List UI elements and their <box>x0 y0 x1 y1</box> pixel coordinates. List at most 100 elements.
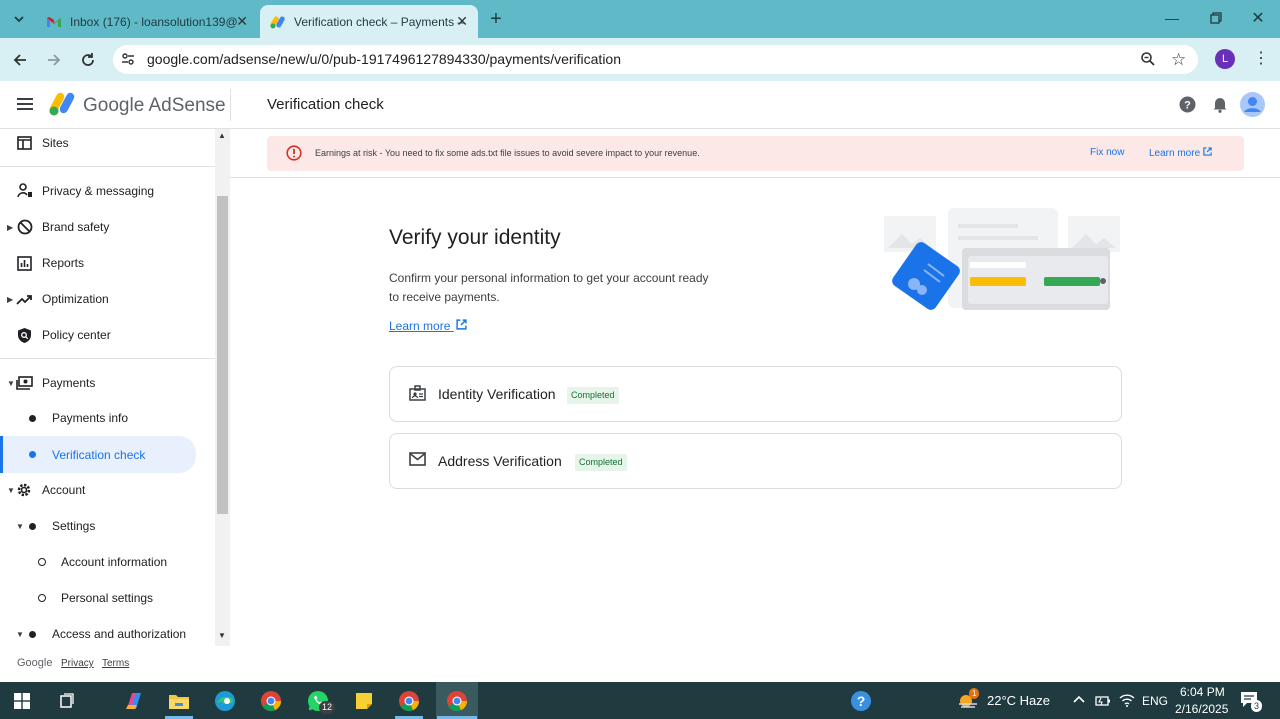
tab-search-button[interactable] <box>6 6 32 32</box>
sidebar-item-label: Verification check <box>52 447 146 462</box>
sidebar-item-payments[interactable]: ▼ Payments <box>0 366 215 400</box>
task-view-button[interactable] <box>55 682 79 719</box>
sidebar-item-brand-safety[interactable]: ▶ Brand safety <box>0 210 215 244</box>
tab-title: Inbox (176) - loansolution139@ <box>70 14 238 29</box>
svg-text:?: ? <box>857 693 866 709</box>
card-title: Identity Verification <box>438 386 556 402</box>
zoom-icon[interactable] <box>1140 51 1156 72</box>
sidebar-item-account-information[interactable]: Account information <box>0 545 215 579</box>
chrome-icon <box>261 690 282 711</box>
notifications-bell-icon[interactable] <box>1212 96 1228 118</box>
external-link-icon <box>456 319 467 330</box>
sidebar-item-label: Payments <box>42 376 96 390</box>
sidebar-item-personal-settings[interactable]: Personal settings <box>0 581 215 615</box>
sidebar-item-privacy-messaging[interactable]: Privacy & messaging <box>0 174 215 208</box>
close-icon[interactable]: ✕ <box>236 13 248 30</box>
terms-link[interactable]: Terms <box>102 658 129 669</box>
sidebar-item-payments-info[interactable]: Payments info <box>0 401 215 435</box>
windows-start-button[interactable] <box>10 682 34 719</box>
payments-icon <box>16 376 33 390</box>
identity-verification-card[interactable]: Identity Verification Completed <box>389 366 1122 422</box>
profile-avatar[interactable]: L <box>1215 49 1235 69</box>
menu-kebab-icon[interactable]: ⋮ <box>1253 48 1269 68</box>
sidebar-item-label: Optimization <box>42 292 109 306</box>
sidebar-item-policy-center[interactable]: Policy center <box>0 318 215 352</box>
back-button[interactable] <box>7 47 33 73</box>
taskbar-chrome-1[interactable] <box>256 682 286 719</box>
notification-count-badge: 12 <box>319 701 336 714</box>
taskbar-file-explorer[interactable] <box>164 682 194 719</box>
url-text[interactable]: google.com/adsense/new/u/0/pub-191749612… <box>147 51 621 67</box>
clock-time[interactable]: 6:04 PM <box>1180 685 1225 699</box>
taskbar-chrome-2[interactable] <box>394 682 424 719</box>
new-tab-button[interactable]: + <box>483 6 509 32</box>
sidebar-item-sites[interactable]: Sites <box>0 129 215 160</box>
minimize-button[interactable]: — <box>1150 0 1194 36</box>
taskbar-copilot[interactable] <box>120 682 148 719</box>
caret-down-icon: ▼ <box>7 378 15 388</box>
privacy-link[interactable]: Privacy <box>61 658 94 669</box>
taskbar-help[interactable]: ? <box>848 682 874 719</box>
scroll-down-arrow-icon[interactable]: ▼ <box>218 631 226 640</box>
link-label: Learn more <box>1149 148 1201 159</box>
privacy-icon <box>17 183 32 198</box>
sidebar-divider <box>0 166 215 167</box>
tab-title: Verification check – Payments – <box>294 14 465 29</box>
weather-widget-icon[interactable]: 1 <box>955 682 981 719</box>
tab-gmail-inbox[interactable]: Inbox (176) - loansolution139@ ✕ <box>36 5 258 38</box>
account-avatar[interactable] <box>1240 92 1265 122</box>
address-verification-card[interactable]: Address Verification Completed <box>389 433 1122 489</box>
hamburger-menu-icon[interactable] <box>17 97 33 116</box>
close-icon[interactable]: ✕ <box>456 13 468 30</box>
reload-button[interactable] <box>75 47 101 73</box>
help-icon[interactable]: ? <box>1179 96 1196 118</box>
taskbar-sticky-notes[interactable] <box>350 682 378 719</box>
caret-right-icon: ▶ <box>7 294 14 304</box>
chevron-up-icon[interactable] <box>1072 693 1086 712</box>
edge-icon <box>215 690 235 711</box>
learn-more-link[interactable]: Learn more <box>389 319 467 333</box>
fix-now-link[interactable]: Fix now <box>1090 147 1124 158</box>
link-label: Learn more <box>389 319 451 333</box>
card-title: Address Verification <box>438 453 562 469</box>
bullet-icon <box>29 630 36 638</box>
bullet-icon <box>29 522 36 530</box>
windows-taskbar: 12 ? 1 22°C Haze ENG 6:04 PM 2/16/2025 3 <box>0 682 1280 719</box>
notification-center-icon[interactable]: 3 <box>1240 691 1263 714</box>
taskbar-edge[interactable] <box>210 682 240 719</box>
gmail-icon <box>47 16 61 27</box>
sidebar-item-optimization[interactable]: ▶ Optimization <box>0 282 215 316</box>
sidebar-item-access-authorization[interactable]: ▼ Access and authorization <box>0 617 215 646</box>
language-indicator[interactable]: ENG <box>1142 694 1168 708</box>
forward-button[interactable] <box>41 47 67 73</box>
scroll-up-arrow-icon[interactable]: ▲ <box>218 131 226 140</box>
sidebar-item-reports[interactable]: Reports <box>0 246 215 280</box>
taskbar-whatsapp[interactable]: 12 <box>302 682 336 719</box>
battery-icon[interactable] <box>1095 694 1111 712</box>
bullet-outline-icon <box>38 558 46 566</box>
close-window-button[interactable]: ✕ <box>1236 0 1280 36</box>
sidebar-item-settings[interactable]: ▼ Settings <box>0 509 215 543</box>
sidebar-item-account[interactable]: ▼ Account <box>0 473 215 507</box>
tab-verification-check[interactable]: Verification check – Payments – ✕ <box>260 5 478 38</box>
chevron-down-icon <box>14 16 24 23</box>
clock-date[interactable]: 2/16/2025 <box>1175 702 1228 716</box>
caret-right-icon: ▶ <box>7 222 14 232</box>
trending-up-icon <box>16 295 32 305</box>
windows-logo-icon <box>14 692 30 709</box>
site-info-icon[interactable] <box>120 51 136 72</box>
taskbar-chrome-active[interactable] <box>436 682 478 719</box>
restore-button[interactable] <box>1194 0 1238 36</box>
content-divider <box>230 177 1280 178</box>
weather-text[interactable]: 22°C Haze <box>987 693 1050 708</box>
sidebar-item-verification-check[interactable]: Verification check <box>0 436 196 473</box>
identity-verification-illustration <box>882 206 1122 317</box>
bullet-icon <box>29 451 36 458</box>
sticky-notes-icon <box>356 692 372 709</box>
sidebar-scroll-thumb[interactable] <box>217 196 228 514</box>
alert-learn-more-link[interactable]: Learn more <box>1149 147 1212 159</box>
bookmark-star-icon[interactable]: ☆ <box>1171 50 1186 70</box>
caret-down-icon: ▼ <box>7 485 15 495</box>
browser-tab-strip: Inbox (176) - loansolution139@ ✕ Verific… <box>0 0 1280 38</box>
wifi-icon[interactable] <box>1119 693 1135 712</box>
